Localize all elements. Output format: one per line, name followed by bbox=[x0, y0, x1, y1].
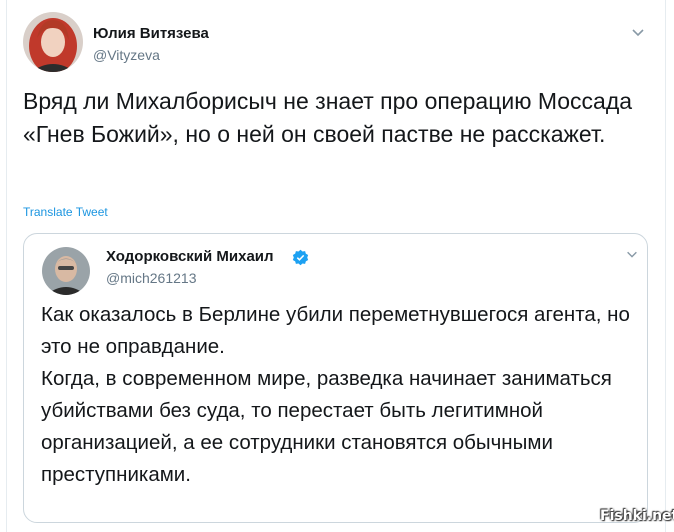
author-handle[interactable]: @Vityzeva bbox=[93, 47, 160, 63]
tweet-text: Вряд ли Михалборисыч не знает про операц… bbox=[23, 88, 633, 147]
quoted-paragraph: Как оказалось в Берлине убили переметнув… bbox=[41, 303, 630, 358]
quoted-tweet-text: Как оказалось в Берлине убили переметнув… bbox=[41, 299, 641, 491]
chevron-down-icon[interactable] bbox=[625, 247, 639, 261]
quoted-tweet[interactable]: Ходорковский Михаил @mich261213 Как оказ… bbox=[23, 233, 648, 523]
translate-tweet-link[interactable]: Translate Tweet bbox=[23, 205, 108, 219]
chevron-down-icon[interactable] bbox=[630, 24, 646, 40]
verified-badge-icon bbox=[292, 249, 309, 266]
quoted-author-handle: @mich261213 bbox=[106, 270, 197, 286]
quoted-author-avatar bbox=[42, 247, 90, 295]
quoted-paragraph: Когда, в современном мире, разведка начи… bbox=[41, 367, 612, 486]
watermark: Fishki.net bbox=[600, 508, 674, 524]
author-name[interactable]: Юлия Витязева bbox=[93, 25, 209, 42]
quoted-author-name: Ходорковский Михаил bbox=[106, 248, 274, 265]
author-avatar[interactable] bbox=[23, 12, 83, 72]
